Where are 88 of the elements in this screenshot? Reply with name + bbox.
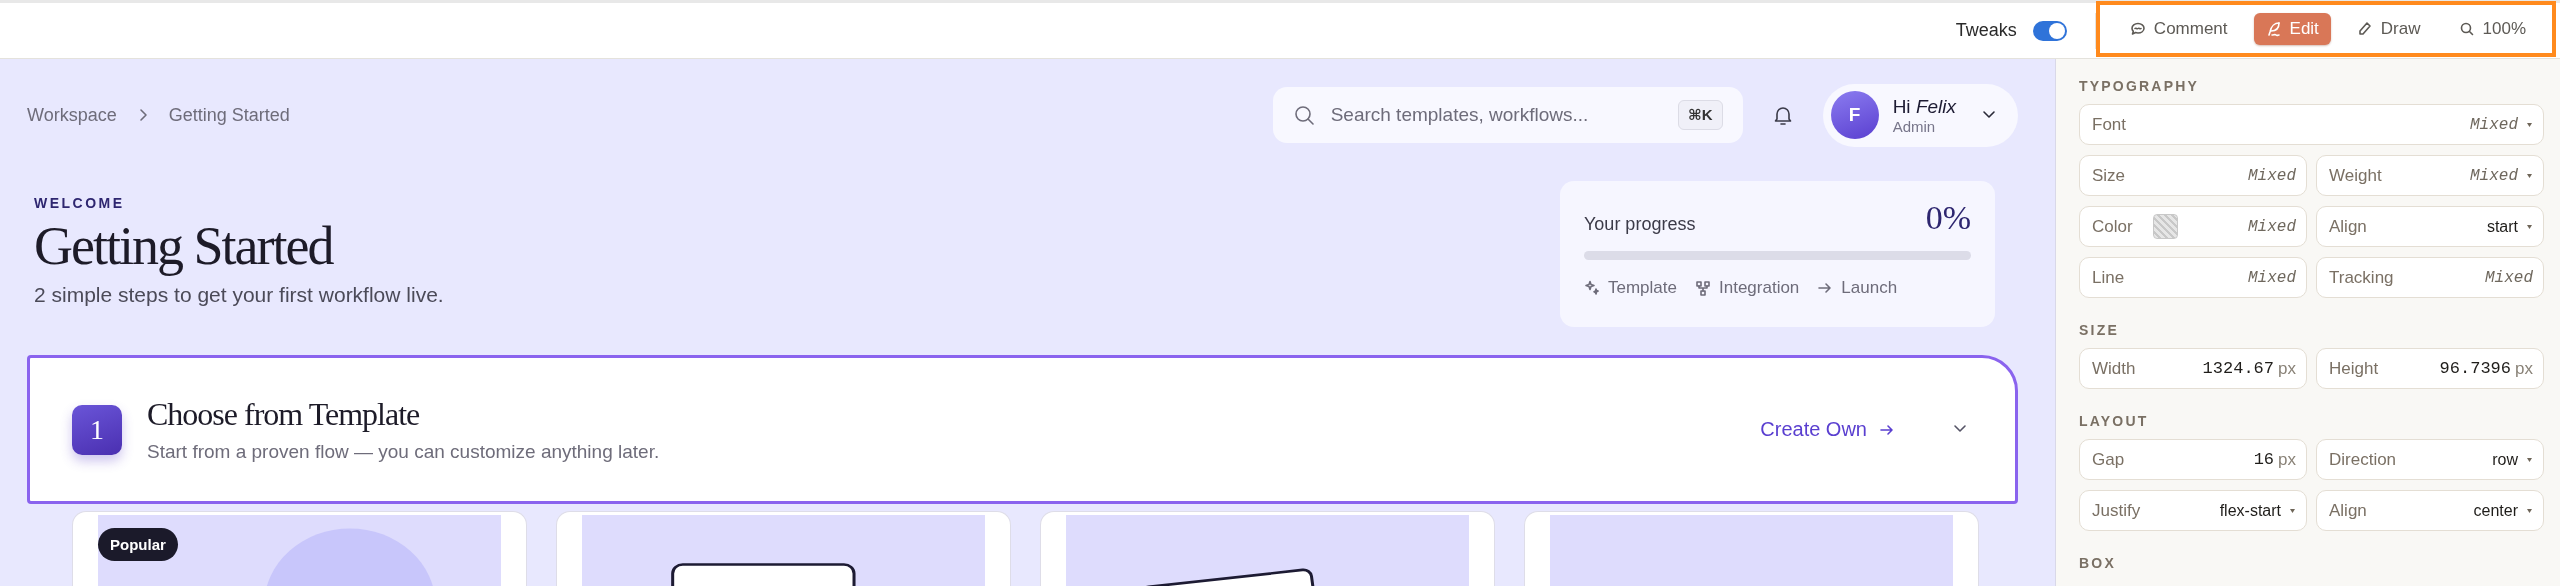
caret-down-icon [2526,456,2533,463]
caret-down-icon [2289,507,2296,514]
user-menu[interactable]: F Hi Felix Admin [1822,83,2018,147]
property-field[interactable]: Line Mixed [2079,257,2307,298]
field-value: flex-start [2219,501,2281,520]
pencil-icon [2356,21,2373,37]
field-value: Mixed [2485,268,2533,287]
step-subtitle: Start from a proven flow — you can customize anything later. [147,441,661,463]
breadcrumb-link[interactable]: Getting Started [168,104,290,126]
arrow-right-icon [1817,280,1834,296]
field-label: Gap [2092,449,2125,470]
property-dropdown[interactable]: Direction row [2316,439,2544,480]
field-label: Color [2092,216,2133,237]
field-label: Weight [2329,165,2382,186]
field-label: Align [2329,216,2367,237]
template-card[interactable]: Popular [72,511,527,586]
search-input[interactable]: Search templates, workflows... [1328,103,1664,127]
step-number: 1 [72,404,122,455]
field-value: Mixed [2470,115,2518,134]
shortcut-key: ⌘K [1677,100,1723,130]
user-role: Admin [1892,117,1936,135]
page-subtitle: 2 simple steps to get your first workflow live. [34,283,444,307]
field-value: 1324.67 [2202,359,2275,378]
section-heading: SIZE [2079,322,2120,338]
section-heading: BOX [2079,555,2117,571]
property-dropdown[interactable]: Align center [2316,490,2544,531]
unit-label: px [2515,358,2533,379]
section-heading: TYPOGRAPHY [2079,78,2200,94]
property-field[interactable]: Height 96.7396 px [2316,348,2544,389]
field-label: Width [2092,358,2136,379]
property-field[interactable]: Size Mixed [2079,155,2307,196]
user-greeting: Hi Felix [1892,95,1956,118]
page-title: Getting Started [34,215,334,277]
field-value: Mixed [2248,217,2296,236]
caret-down-icon [2526,223,2533,230]
field-label: Tracking [2329,267,2394,288]
field-label: Font [2092,114,2127,135]
field-value: 96.7396 [2439,359,2512,378]
sparkle-icon [1584,280,1600,296]
caret-down-icon [2526,172,2533,179]
progress-step: Template [1608,278,1677,298]
breadcrumb-link[interactable]: Workspace [27,104,117,126]
property-dropdown[interactable]: Justify flex-start [2079,490,2307,531]
progress-label: Your progress [1584,214,1696,235]
field-label: Size [2092,165,2126,186]
unit-label: px [2278,449,2296,470]
create-own-link[interactable]: Create Own [1760,418,1895,441]
progress-percent: 0% [1925,199,1971,237]
field-label: Direction [2329,449,2397,470]
property-field[interactable]: Width 1324.67 px [2079,348,2307,389]
property-dropdown[interactable]: Align start [2316,206,2544,247]
field-label: Justify [2092,500,2141,521]
field-value: Mixed [2248,166,2296,185]
property-field[interactable]: Tracking Mixed [2316,257,2544,298]
tweaks-label: Tweaks [1955,20,2017,41]
popular-badge: Popular [98,528,178,561]
unit-label: px [2278,358,2296,379]
field-label: Height [2329,358,2379,379]
tool-button[interactable]: Draw [2344,13,2433,45]
property-dropdown[interactable]: Font Mixed [2079,104,2544,145]
caret-down-icon [2526,507,2533,514]
avatar: F [1830,91,1879,139]
caret-down-icon [2526,121,2533,128]
comment-icon [2129,21,2146,37]
search-icon [2458,21,2475,37]
nodes-icon [1695,280,1711,296]
search-field[interactable]: Search templates, workflows... ⌘K [1272,87,1743,143]
field-value: row [2492,450,2518,469]
eyebrow-label: WELCOME [34,195,126,211]
property-field[interactable]: Color Mixed [2079,206,2307,247]
field-value: center [2473,501,2518,520]
field-label: Line [2092,267,2125,288]
step-title: Choose from Template [147,396,421,433]
tweaks-toggle[interactable] [2032,20,2067,41]
progress-step: Integration [1719,278,1800,298]
property-dropdown[interactable]: Weight Mixed [2316,155,2544,196]
field-value: 16 [2253,450,2275,469]
search-icon [1292,104,1315,126]
field-value: Mixed [2470,166,2518,185]
tool-button[interactable]: Comment [2117,13,2240,45]
progress-step: Launch [1841,278,1898,298]
feather-icon [2265,21,2282,37]
section-heading: LAYOUT [2079,413,2150,429]
field-label: Align [2329,500,2367,521]
tool-button[interactable]: 100% [2446,13,2538,45]
field-value: Mixed [2248,268,2296,287]
field-value: start [2486,217,2518,236]
property-field[interactable]: Gap 16 px [2079,439,2307,480]
